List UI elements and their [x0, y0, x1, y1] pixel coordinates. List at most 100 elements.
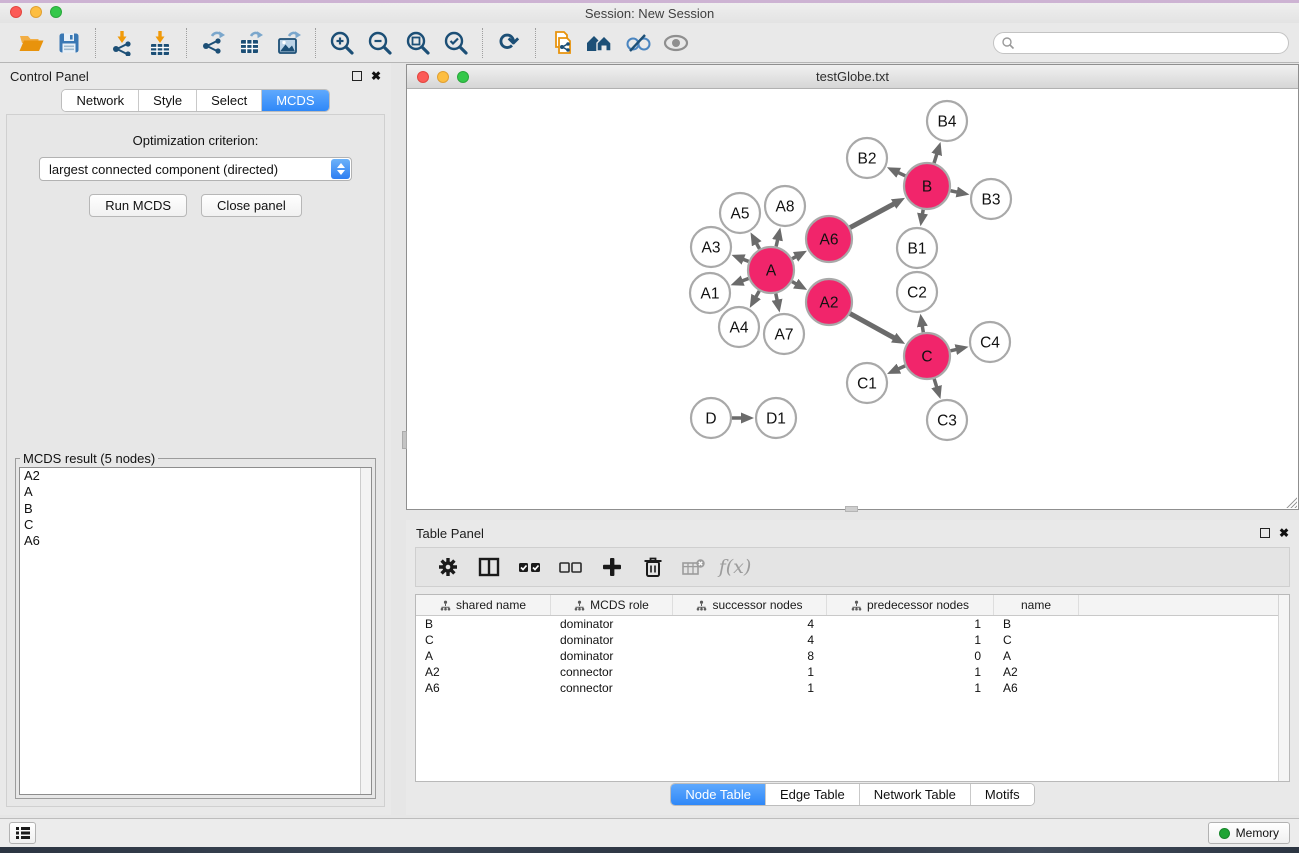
graph-node-A6[interactable]: A6 — [806, 216, 852, 262]
graph-node-B[interactable]: B — [904, 163, 950, 209]
graph-edge-A-A4[interactable] — [755, 291, 759, 298]
graph-node-A2[interactable]: A2 — [806, 279, 852, 325]
graph-node-B4[interactable]: B4 — [927, 101, 967, 141]
deselect-all-columns-button[interactable] — [555, 552, 587, 582]
mcds-result-list[interactable]: A2ABCA6 — [19, 467, 372, 795]
result-scrollbar[interactable] — [360, 468, 371, 794]
graph-node-D[interactable]: D — [691, 398, 731, 438]
graph-node-C3[interactable]: C3 — [927, 400, 967, 440]
tab-network-table[interactable]: Network Table — [860, 784, 971, 805]
task-history-button[interactable] — [9, 822, 36, 844]
node-table[interactable]: shared nameMCDS rolesuccessor nodesprede… — [415, 594, 1290, 782]
graph-edge-B-B1[interactable] — [922, 210, 923, 216]
tab-motifs[interactable]: Motifs — [971, 784, 1034, 805]
create-column-button[interactable] — [596, 552, 628, 582]
splitter-handle[interactable] — [845, 506, 858, 512]
zoom-network-button[interactable] — [457, 71, 469, 83]
table-row[interactable]: Cdominator41C — [416, 632, 1289, 648]
graph-edge-C-C2[interactable] — [922, 325, 923, 333]
memory-button[interactable]: Memory — [1208, 822, 1290, 844]
graph-node-C2[interactable]: C2 — [897, 272, 937, 312]
run-mcds-button[interactable]: Run MCDS — [89, 194, 187, 217]
graph-edge-B-B2[interactable] — [897, 172, 905, 176]
tab-node-table[interactable]: Node Table — [671, 784, 766, 805]
graph-node-A[interactable]: A — [748, 247, 794, 293]
graph-node-D1[interactable]: D1 — [756, 398, 796, 438]
graph-node-A1[interactable]: A1 — [690, 273, 730, 313]
save-session-button[interactable] — [50, 27, 88, 59]
column-header-shared-name[interactable]: shared name — [416, 595, 551, 615]
graph-node-B3[interactable]: B3 — [971, 179, 1011, 219]
close-panel-icon[interactable]: ✖ — [371, 71, 381, 81]
graph-edge-A-A7[interactable] — [776, 294, 778, 302]
graph-edge-C-C3[interactable] — [934, 379, 937, 389]
graph-edge-A-A6[interactable] — [792, 256, 797, 259]
float-panel-icon[interactable] — [1260, 528, 1270, 538]
select-all-columns-button[interactable] — [514, 552, 546, 582]
function-builder-button[interactable]: f(x) — [719, 552, 751, 582]
export-network-button[interactable] — [194, 27, 232, 59]
column-header-predecessor-nodes[interactable]: predecessor nodes — [827, 595, 994, 615]
criterion-select[interactable]: largest connected component (directed) — [39, 157, 352, 181]
graph-node-C4[interactable]: C4 — [970, 322, 1010, 362]
tab-style[interactable]: Style — [139, 90, 197, 111]
hide-graphics-button[interactable] — [619, 27, 657, 59]
graph-node-A3[interactable]: A3 — [691, 227, 731, 267]
graph-edge-A-A1[interactable] — [741, 278, 749, 281]
graph-node-C1[interactable]: C1 — [847, 363, 887, 403]
column-header-name[interactable]: name — [994, 595, 1079, 615]
mcds-result-item[interactable]: C — [20, 517, 371, 533]
import-network-button[interactable] — [103, 27, 141, 59]
graph-edge-A-A5[interactable] — [756, 242, 760, 249]
table-row[interactable]: A6connector11A6 — [416, 680, 1289, 696]
graph-edge-C-C1[interactable] — [897, 366, 905, 370]
graph-edge-A2-C[interactable] — [850, 314, 895, 339]
graph-node-A4[interactable]: A4 — [719, 307, 759, 347]
refresh-layout-button[interactable]: ⟳ — [490, 27, 528, 59]
minimize-network-button[interactable] — [437, 71, 449, 83]
graph-edge-A-A3[interactable] — [742, 259, 749, 262]
graph-node-A5[interactable]: A5 — [720, 193, 760, 233]
export-image-button[interactable] — [270, 27, 308, 59]
graph-edge-B-B4[interactable] — [934, 153, 937, 164]
close-window-button[interactable] — [10, 6, 22, 18]
delete-column-button[interactable] — [637, 552, 669, 582]
minimize-window-button[interactable] — [30, 6, 42, 18]
mcds-result-item[interactable]: A6 — [20, 533, 371, 549]
close-panel-button[interactable]: Close panel — [201, 194, 302, 217]
graph-node-B1[interactable]: B1 — [897, 228, 937, 268]
tab-select[interactable]: Select — [197, 90, 262, 111]
graph-edge-A6-B[interactable] — [850, 203, 895, 227]
resize-grip[interactable] — [1284, 495, 1297, 508]
graph-edge-B-B3[interactable] — [951, 191, 959, 193]
import-table-button[interactable] — [141, 27, 179, 59]
show-graphics-button[interactable] — [657, 27, 695, 59]
search-field[interactable] — [993, 32, 1289, 54]
graph-node-A7[interactable]: A7 — [764, 314, 804, 354]
zoom-window-button[interactable] — [50, 6, 62, 18]
float-panel-icon[interactable] — [352, 71, 362, 81]
graph-edge-A-A8[interactable] — [776, 238, 778, 246]
export-table-button[interactable] — [232, 27, 270, 59]
home-button[interactable] — [581, 27, 619, 59]
graph-edge-A-A2[interactable] — [792, 282, 797, 285]
graph-node-B2[interactable]: B2 — [847, 138, 887, 178]
graph-node-C[interactable]: C — [904, 333, 950, 379]
tab-network[interactable]: Network — [62, 90, 139, 111]
open-file-button[interactable] — [12, 27, 50, 59]
table-settings-button[interactable] — [432, 552, 464, 582]
tab-edge-table[interactable]: Edge Table — [766, 784, 860, 805]
table-row[interactable]: Adominator80A — [416, 648, 1289, 664]
table-row[interactable]: A2connector11A2 — [416, 664, 1289, 680]
search-input[interactable] — [1015, 34, 1288, 52]
graph-node-A8[interactable]: A8 — [765, 186, 805, 226]
mcds-result-item[interactable]: A2 — [20, 468, 371, 484]
duplicate-network-button[interactable] — [543, 27, 581, 59]
zoom-fit-button[interactable] — [399, 27, 437, 59]
zoom-selected-button[interactable] — [437, 27, 475, 59]
column-header-successor-nodes[interactable]: successor nodes — [673, 595, 827, 615]
table-row[interactable]: Bdominator41B — [416, 616, 1289, 632]
mcds-result-item[interactable]: B — [20, 501, 371, 517]
column-header-mcds-role[interactable]: MCDS role — [551, 595, 673, 615]
tab-mcds[interactable]: MCDS — [262, 90, 328, 111]
